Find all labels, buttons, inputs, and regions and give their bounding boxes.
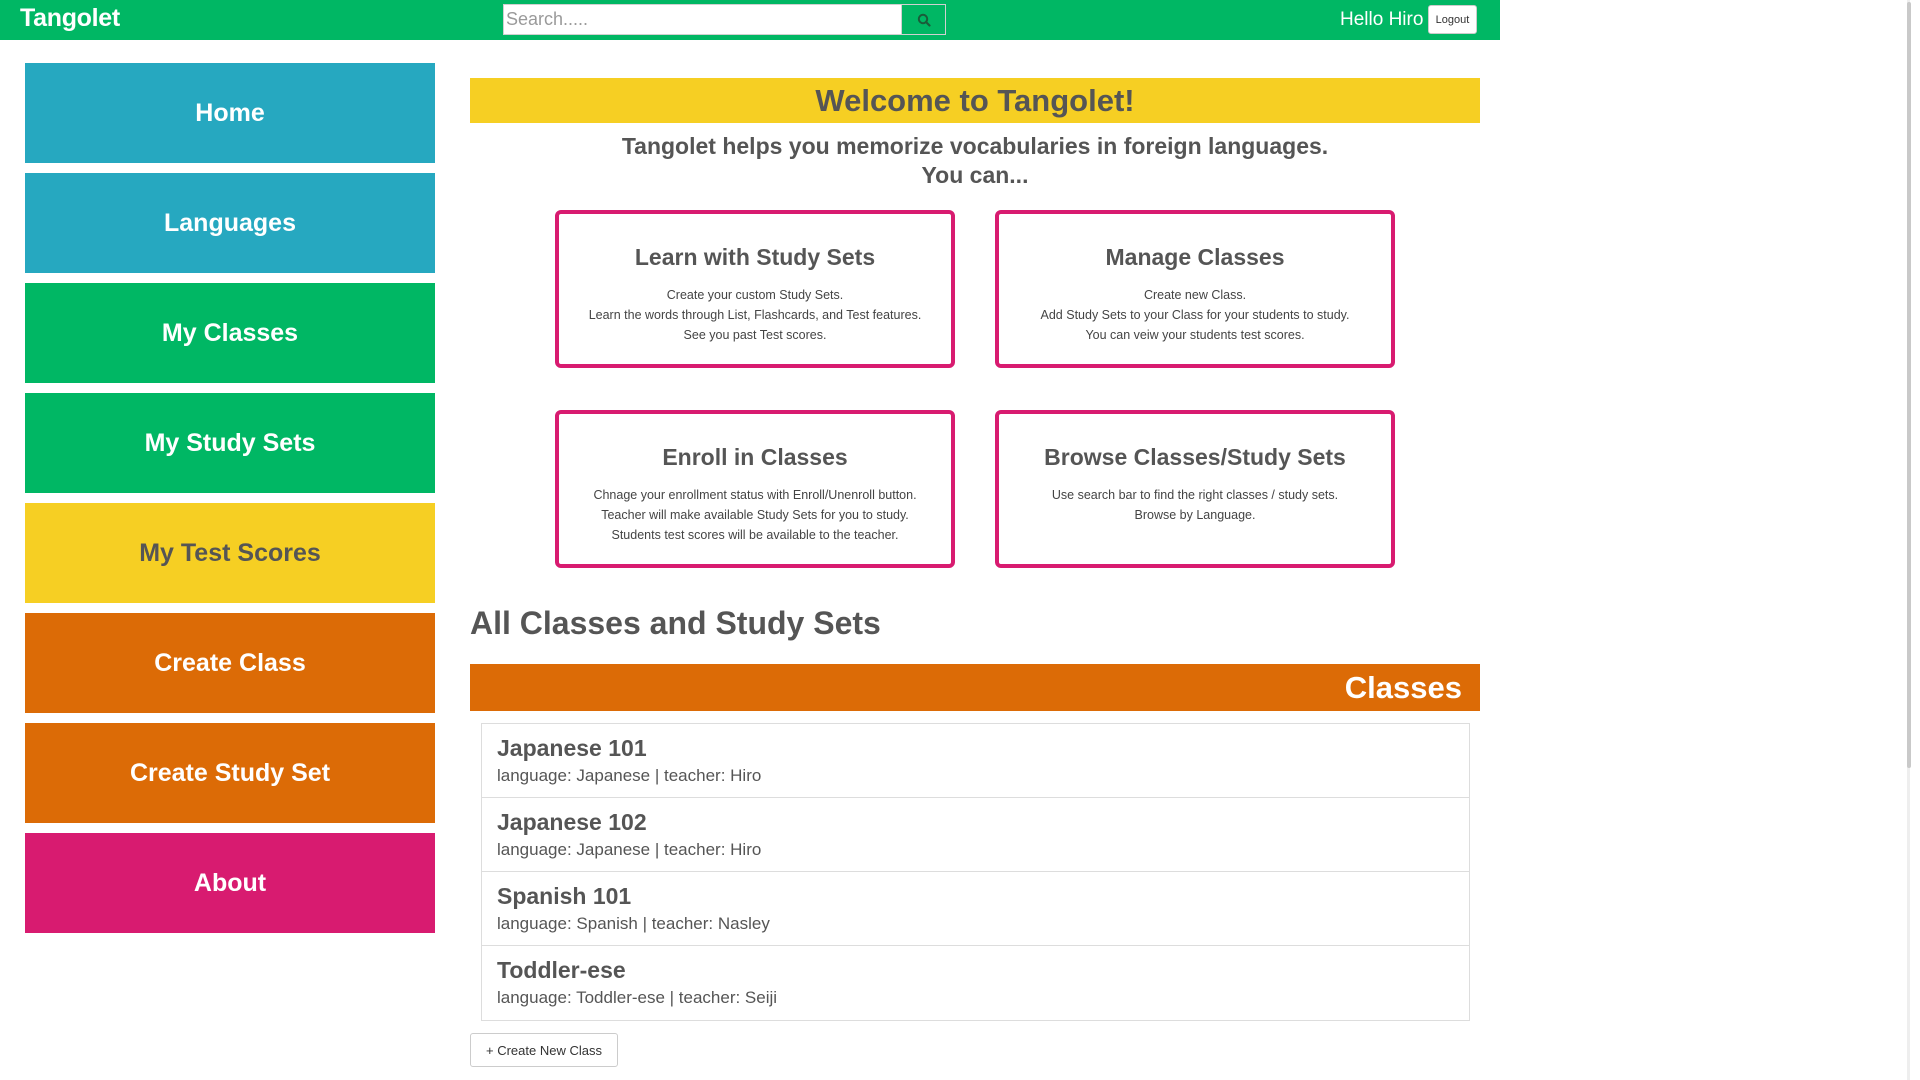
sidebar-item-my-test-scores[interactable]: My Test Scores [25, 503, 435, 603]
section-heading: All Classes and Study Sets [470, 605, 881, 641]
class-list-item[interactable]: Japanese 102 language: Japanese | teache… [482, 798, 1469, 872]
feature-title: Browse Classes/Study Sets [1044, 444, 1346, 470]
sidebar-item-about[interactable]: About [25, 833, 435, 933]
sidebar-item-create-class[interactable]: Create Class [25, 613, 435, 713]
feature-line: Chnage your enrollment status with Enrol… [593, 488, 917, 502]
class-list: Japanese 101 language: Japanese | teache… [481, 723, 1470, 1021]
class-meta: language: Toddler-ese | teacher: Seiji [497, 988, 778, 1007]
feature-line: Add Study Sets to your Class for your st… [1040, 308, 1350, 322]
search-icon [917, 13, 931, 27]
classes-header: Classes [470, 664, 1480, 711]
feature-description: Chnage your enrollment status with Enrol… [559, 485, 951, 545]
feature-line: Teacher will make available Study Sets f… [601, 508, 909, 522]
class-name[interactable]: Japanese 101 [497, 734, 1454, 762]
class-meta: language: Japanese | teacher: Hiro [497, 766, 762, 785]
search-button[interactable] [901, 4, 946, 35]
feature-card-manage-classes: Manage Classes Create new Class. Add Stu… [995, 210, 1395, 368]
sidebar-item-create-study-set[interactable]: Create Study Set [25, 723, 435, 823]
class-list-item[interactable]: Japanese 101 language: Japanese | teache… [482, 724, 1469, 798]
welcome-banner: Welcome to Tangolet! [470, 78, 1480, 123]
feature-line: See you past Test scores. [683, 328, 827, 342]
top-navbar: Tangolet Hello Hiro Logout [0, 0, 1500, 40]
logout-button[interactable]: Logout [1428, 5, 1477, 34]
feature-description: Create your custom Study Sets. Learn the… [559, 285, 951, 345]
class-meta: language: Japanese | teacher: Hiro [497, 840, 762, 859]
sidebar-item-home[interactable]: Home [25, 63, 435, 163]
sidebar-item-my-classes[interactable]: My Classes [25, 283, 435, 383]
feature-title: Manage Classes [1105, 244, 1285, 270]
feature-title: Learn with Study Sets [634, 244, 876, 270]
feature-line: Browse by Language. [1134, 508, 1256, 522]
feature-line: Create your custom Study Sets. [666, 288, 844, 302]
user-greeting: Hello Hiro [1340, 9, 1424, 30]
search-bar [503, 4, 946, 35]
feature-description: Use search bar to find the right classes… [999, 485, 1391, 525]
intro-line: Tangolet helps you memorize vocabularies… [621, 133, 1329, 159]
class-name[interactable]: Toddler-ese [497, 956, 1454, 984]
class-list-item[interactable]: Toddler-ese language: Toddler-ese | teac… [482, 946, 1469, 1020]
class-name[interactable]: Japanese 102 [497, 808, 1454, 836]
intro-text: Tangolet helps you memorize vocabularies… [470, 132, 1480, 190]
sidebar-item-my-study-sets[interactable]: My Study Sets [25, 393, 435, 493]
feature-line: Learn the words through List, Flashcards… [588, 308, 922, 322]
class-list-item[interactable]: Spanish 101 language: Spanish | teacher:… [482, 872, 1469, 946]
feature-card-browse: Browse Classes/Study Sets Use search bar… [995, 410, 1395, 568]
feature-line: Students test scores will be available t… [611, 528, 899, 542]
search-input[interactable] [503, 4, 901, 35]
feature-line: You can veiw your students test scores. [1085, 328, 1305, 342]
feature-line: Use search bar to find the right classes… [1051, 488, 1339, 502]
class-name[interactable]: Spanish 101 [497, 882, 1454, 910]
feature-line: Create new Class. [1143, 288, 1247, 302]
feature-title: Enroll in Classes [662, 444, 848, 470]
feature-card-study-sets: Learn with Study Sets Create your custom… [555, 210, 955, 368]
intro-line: You can... [921, 162, 1029, 188]
scrollbar-thumb[interactable] [1907, 2, 1911, 768]
class-meta: language: Spanish | teacher: Nasley [497, 914, 770, 933]
sidebar-item-languages[interactable]: Languages [25, 173, 435, 273]
create-new-class-button[interactable]: + Create New Class [470, 1033, 618, 1067]
feature-description: Create new Class. Add Study Sets to your… [999, 285, 1391, 345]
brand-logo[interactable]: Tangolet [20, 4, 120, 33]
feature-card-enroll: Enroll in Classes Chnage your enrollment… [555, 410, 955, 568]
